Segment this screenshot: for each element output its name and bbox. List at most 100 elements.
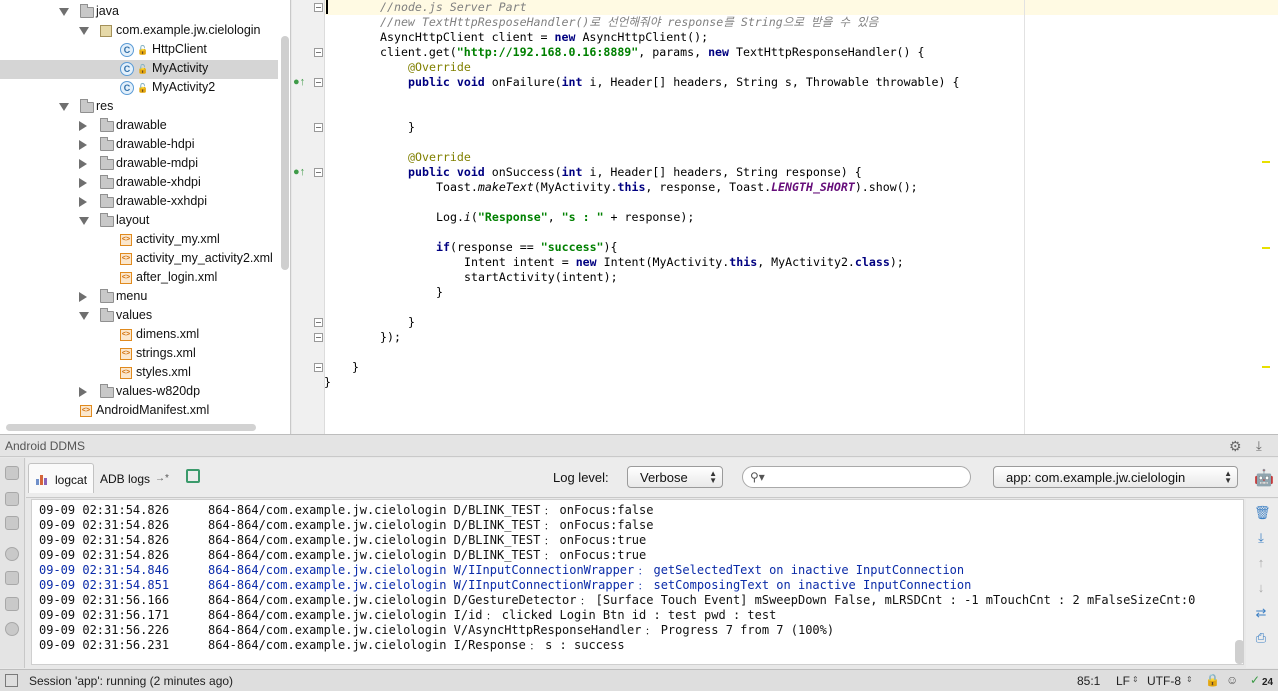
android-icon[interactable]: 🤖 bbox=[1254, 468, 1274, 488]
tool-window-toggle-icon[interactable] bbox=[5, 674, 18, 687]
tree-horizontal-scrollbar[interactable] bbox=[6, 424, 256, 431]
log-scrollbar[interactable] bbox=[1235, 640, 1244, 664]
fold-marker[interactable] bbox=[314, 333, 323, 342]
tree-item-label: menu bbox=[116, 289, 148, 303]
error-stripe-marker[interactable] bbox=[1262, 247, 1270, 249]
class-icon: C bbox=[120, 62, 134, 76]
chevron-down-icon[interactable] bbox=[59, 8, 69, 16]
xml-file-icon: <> bbox=[120, 367, 132, 379]
tree-item[interactable]: drawable-xhdpi bbox=[0, 174, 278, 193]
restore-arrow-icon[interactable]: →* bbox=[155, 473, 169, 484]
tree-item[interactable]: drawable bbox=[0, 117, 278, 136]
fold-marker[interactable] bbox=[314, 3, 323, 12]
tree-item[interactable]: menu bbox=[0, 288, 278, 307]
chevron-right-icon[interactable] bbox=[79, 387, 87, 397]
log-level-select[interactable]: Verbose ▲ ▼ bbox=[627, 466, 723, 488]
chevron-right-icon[interactable] bbox=[79, 178, 87, 188]
screen-record-icon[interactable] bbox=[5, 516, 19, 530]
down-arrow-icon[interactable]: ↓ bbox=[1254, 581, 1268, 595]
override-gutter-icon[interactable]: ●↑ bbox=[293, 76, 305, 88]
tree-item[interactable]: res bbox=[0, 98, 278, 117]
fold-marker[interactable] bbox=[314, 318, 323, 327]
log-timestamp: 09-09 02:31:56.231 bbox=[39, 638, 170, 652]
unlock-icon: 🔓 bbox=[137, 64, 149, 74]
tree-scrollbar[interactable] bbox=[281, 36, 289, 270]
tab-logcat[interactable]: logcat bbox=[28, 463, 94, 493]
logcat-restore-icon[interactable] bbox=[186, 469, 200, 483]
clear-log-icon[interactable]: 🗑 bbox=[1254, 506, 1271, 520]
chevron-down-icon[interactable] bbox=[79, 312, 89, 320]
tree-item[interactable]: values bbox=[0, 307, 278, 326]
tree-item[interactable]: <> dimens.xml bbox=[0, 326, 278, 345]
tree-item[interactable]: <> after_login.xml bbox=[0, 269, 278, 288]
chevron-right-icon[interactable] bbox=[79, 292, 87, 302]
soft-wrap-icon[interactable]: ⇄ bbox=[1254, 606, 1268, 620]
tree-item[interactable]: values-w820dp bbox=[0, 383, 278, 402]
dump-icon[interactable] bbox=[5, 571, 19, 585]
chevron-down-icon[interactable] bbox=[79, 217, 89, 225]
chevron-down-icon[interactable] bbox=[59, 103, 69, 111]
tree-item-label: drawable-hdpi bbox=[116, 137, 195, 151]
error-stripe-marker[interactable] bbox=[1262, 161, 1270, 163]
log-search[interactable]: ⚲▾ bbox=[742, 466, 971, 488]
caret-position[interactable]: 85:1 bbox=[1077, 674, 1100, 688]
fold-marker[interactable] bbox=[314, 168, 323, 177]
app-filter-select[interactable]: app: com.example.jw.cielologin ▲ ▼ bbox=[993, 466, 1238, 488]
logcat-output[interactable]: 09-09 02:31:54.826 864-864/com.example.jw… bbox=[31, 499, 1244, 665]
log-message: 864-864/com.example.jw.cielologin D/Gest… bbox=[208, 593, 1196, 607]
class-icon: C bbox=[120, 81, 134, 95]
tree-item[interactable]: drawable-xxhdpi bbox=[0, 193, 278, 212]
fold-marker[interactable] bbox=[314, 123, 323, 132]
tree-item[interactable]: C 🔓 MyActivity bbox=[0, 60, 278, 79]
tree-item[interactable]: java bbox=[0, 3, 278, 22]
lock-icon[interactable]: 🔒 bbox=[1205, 673, 1220, 687]
ddms-title: Android DDMS bbox=[5, 439, 86, 453]
code-line: } bbox=[352, 360, 359, 374]
tab-adb-logs[interactable]: ADB logs →* bbox=[96, 463, 174, 493]
right-margin-guide bbox=[1024, 0, 1025, 434]
ddms-panel-header: Android DDMS ⚙ ⤓ bbox=[0, 434, 1278, 457]
print-icon[interactable]: ⎙ bbox=[1254, 631, 1268, 645]
xml-file-icon: <> bbox=[80, 405, 92, 417]
inspector-icon[interactable]: ☺ bbox=[1226, 673, 1238, 687]
tree-item[interactable]: <> strings.xml bbox=[0, 345, 278, 364]
tree-item[interactable]: drawable-mdpi bbox=[0, 155, 278, 174]
encoding[interactable]: UTF-8 bbox=[1147, 674, 1181, 688]
settings-icon[interactable] bbox=[5, 622, 19, 636]
chevron-right-icon[interactable] bbox=[79, 121, 87, 131]
gear-icon[interactable]: ⚙ bbox=[1229, 438, 1242, 455]
tree-item[interactable]: layout bbox=[0, 212, 278, 231]
chevron-right-icon[interactable] bbox=[79, 159, 87, 169]
fold-marker[interactable] bbox=[314, 78, 323, 87]
tree-item[interactable]: drawable-hdpi bbox=[0, 136, 278, 155]
hide-panel-icon[interactable]: ⤓ bbox=[1256, 438, 1262, 454]
tree-item-label: activity_my_activity2.xml bbox=[136, 251, 273, 265]
tree-item[interactable]: <> AndroidManifest.xml bbox=[0, 402, 278, 421]
camera-icon[interactable] bbox=[5, 466, 19, 480]
tree-item[interactable]: C 🔓 MyActivity2 bbox=[0, 79, 278, 98]
stop-icon[interactable] bbox=[5, 492, 19, 506]
scroll-to-end-icon[interactable]: ⤓ bbox=[1254, 531, 1268, 545]
override-gutter-icon[interactable]: ●↑ bbox=[293, 166, 305, 178]
event-log-icon[interactable]: ✓ bbox=[1250, 673, 1260, 687]
up-arrow-icon[interactable]: ↑ bbox=[1254, 556, 1268, 570]
fold-marker[interactable] bbox=[314, 363, 323, 372]
chevron-updown-icon: ⇕ bbox=[1186, 675, 1193, 684]
record-icon[interactable] bbox=[5, 547, 19, 561]
tree-item[interactable]: C 🔓 HttpClient bbox=[0, 41, 278, 60]
chevron-down-icon[interactable] bbox=[79, 27, 89, 35]
fold-marker[interactable] bbox=[314, 48, 323, 57]
tree-item[interactable]: <> activity_my.xml bbox=[0, 231, 278, 250]
tree-item[interactable]: <> activity_my_activity2.xml bbox=[0, 250, 278, 269]
tree-item[interactable]: <> styles.xml bbox=[0, 364, 278, 383]
chevron-right-icon[interactable] bbox=[79, 140, 87, 150]
line-separator[interactable]: LF bbox=[1116, 674, 1130, 688]
code-editor[interactable]: ●↑ ●↑ //node.js Server Part //new TextHt… bbox=[292, 0, 1278, 434]
error-stripe-marker[interactable] bbox=[1262, 366, 1270, 368]
tree-item-label: styles.xml bbox=[136, 365, 191, 379]
log-search-input[interactable] bbox=[771, 470, 961, 484]
chevron-right-icon[interactable] bbox=[79, 197, 87, 207]
layout-icon[interactable] bbox=[5, 597, 19, 611]
log-timestamp: 09-09 02:31:54.826 bbox=[39, 518, 170, 532]
tree-item[interactable]: com.example.jw.cielologin bbox=[0, 22, 278, 41]
